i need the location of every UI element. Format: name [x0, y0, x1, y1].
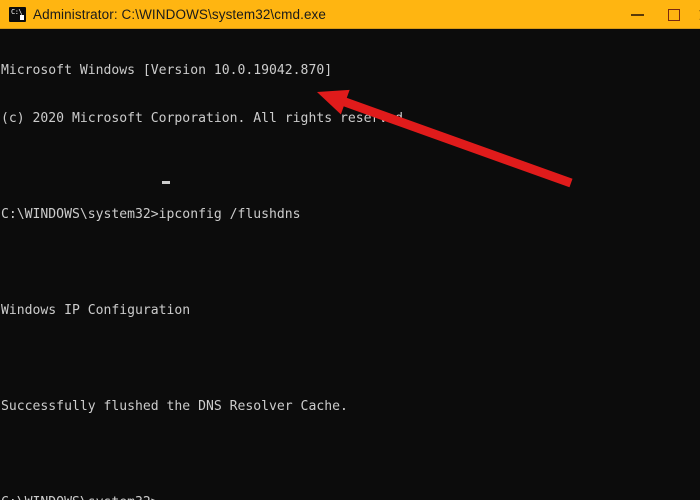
- close-button[interactable]: [688, 0, 700, 29]
- cmd-window: C:\ Administrator: C:\WINDOWS\system32\c…: [0, 0, 700, 500]
- console-line: (c) 2020 Microsoft Corporation. All righ…: [1, 111, 411, 126]
- minimize-icon: [631, 14, 644, 16]
- console-line-command: C:\WINDOWS\system32>ipconfig /flushdns: [1, 207, 301, 222]
- console-output-area[interactable]: Microsoft Windows [Version 10.0.19042.87…: [0, 29, 700, 500]
- window-title: Administrator: C:\WINDOWS\system32\cmd.e…: [33, 7, 327, 22]
- console-line: Windows IP Configuration: [1, 303, 191, 318]
- console-line: Microsoft Windows [Version 10.0.19042.87…: [1, 63, 333, 78]
- console-text: Microsoft Windows [Version 10.0.19042.87…: [1, 31, 411, 500]
- cmd-console-icon: C:\: [9, 7, 26, 22]
- console-line-prompt: C:\WINDOWS\system32>: [1, 495, 411, 500]
- maximize-icon: [668, 9, 680, 21]
- console-line-result: Successfully flushed the DNS Resolver Ca…: [1, 399, 348, 414]
- title-bar: C:\ Administrator: C:\WINDOWS\system32\c…: [0, 0, 700, 29]
- console-cursor: [162, 181, 170, 184]
- cmd-icon-cursor: [20, 15, 24, 20]
